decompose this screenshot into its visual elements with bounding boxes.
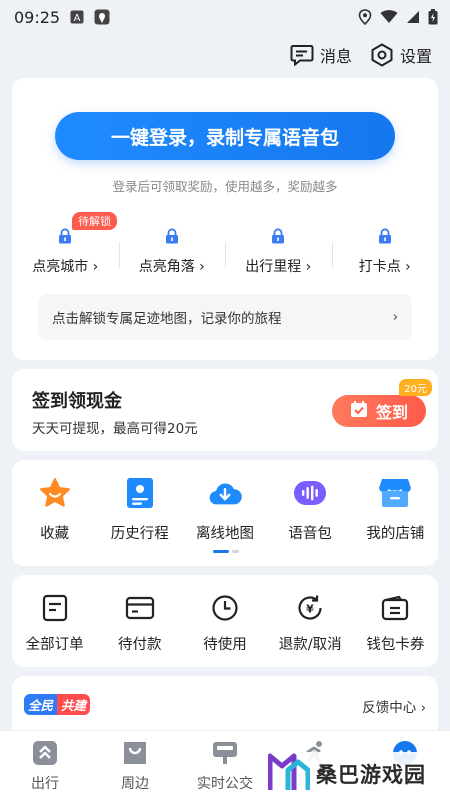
orders-icon [40,593,70,623]
tool-label: 我的店铺 [366,526,425,542]
order-refund-cancel[interactable]: ¥ 退款/取消 [268,593,353,654]
refund-icon: ¥ [295,593,325,623]
order-pending-payment[interactable]: 待付款 [97,593,182,654]
signin-title: 签到领现金 [32,391,122,412]
pager-dot-active [213,550,229,553]
map-app-icon [94,9,110,25]
order-label: 全部订单 [25,637,84,653]
tab-nearby[interactable]: 周边 [90,731,180,800]
unlock-footprint-map-row[interactable]: 点击解锁专属足迹地图，记录你的旅程 › [38,294,412,340]
order-label: 退款/取消 [278,637,342,653]
watermark: 桑巴游戏园 [267,752,450,796]
shop-icon [378,476,412,510]
star-icon [38,476,72,510]
settings-icon [370,43,394,67]
stat-lit-corners[interactable]: 点亮角落 › [118,226,226,276]
stat-label: 点亮角落 › [138,259,205,275]
order-wallet-coupons[interactable]: 钱包卡券 [353,593,438,654]
location-icon [358,9,372,25]
font-a-icon: A [70,10,84,24]
lock-icon [58,228,72,248]
nearby-icon [121,739,149,767]
tool-voice-packs[interactable]: 语音包 [268,476,353,543]
calendar-check-icon [350,400,368,422]
tab-travel[interactable]: 出行 [0,731,90,800]
signin-card: 签到领现金 天天可提现，最高可得20元 签到 20元 [12,369,438,451]
voice-icon [293,476,327,510]
stat-checkin-points[interactable]: 打卡点 › [331,226,439,276]
bus-icon [211,739,239,767]
stat-label: 打卡点 › [358,259,411,275]
wallet-icon [380,593,410,623]
svg-text:¥: ¥ [306,603,314,616]
card-icon [125,593,155,623]
order-label: 钱包卡券 [366,637,425,653]
orders-card: 全部订单 待付款 待使用 ¥ 退款/取消 钱包卡券 [12,575,438,667]
tools-grid: 收藏 历史行程 离线地图 语音包 我的店铺 [12,476,438,543]
pager-dot [232,550,239,553]
order-all[interactable]: 全部订单 [12,593,97,654]
tools-pager [213,550,239,553]
tool-favorites[interactable]: 收藏 [12,476,97,543]
signal-icon [406,10,420,24]
travel-icon [31,739,59,767]
co-build-part-a: 全民 [24,694,58,715]
order-label: 待付款 [118,637,162,653]
watermark-logo-icon [267,752,311,796]
order-label: 待使用 [203,637,247,653]
login-hint: 登录后可领取奖励，使用越多，奖励越多 [112,179,338,194]
login-card: 一键登录，录制专属语音包 登录后可领取奖励，使用越多，奖励越多 待解锁 点亮城市… [12,78,438,360]
footprint-text: 点击解锁专属足迹地图，记录你的旅程 [52,311,282,327]
stat-label: 点亮城市 › [32,259,99,275]
tool-history-trips[interactable]: 历史行程 [97,476,182,543]
tool-label: 历史行程 [110,526,169,542]
order-to-use[interactable]: 待使用 [182,593,267,654]
one-click-login-button[interactable]: 一键登录，录制专属语音包 [55,112,395,160]
stat-trip-mileage[interactable]: 出行里程 › [225,226,332,276]
tab-realtime-bus[interactable]: 实时公交 [180,731,270,800]
wifi-icon [380,10,398,24]
to-unlock-badge: 待解锁 [72,212,117,230]
tool-label: 收藏 [40,526,70,542]
signin-subtitle: 天天可提现，最高可得20元 [32,421,198,437]
settings-label: 设置 [399,47,432,66]
messages-label: 消息 [319,47,352,66]
top-actions: 消息 设置 [290,40,432,70]
lock-icon [271,228,285,248]
stat-label: 出行里程 › [245,259,312,275]
co-build-part-b: 共建 [57,694,91,715]
status-time: 09:25 [14,7,61,27]
status-bar: 09:25 A [0,0,450,34]
signin-button[interactable]: 签到 [332,395,426,427]
svg-text:A: A [74,13,81,24]
stat-lit-cities[interactable]: 待解锁 点亮城市 › [12,212,119,276]
footprint-stats: 待解锁 点亮城市 › 点亮角落 › 出行里程 › 打卡点 › [12,212,439,276]
history-trip-icon [123,476,157,510]
reward-badge: 20元 [399,379,432,396]
tab-label: 实时公交 [197,776,253,792]
battery-icon [428,9,438,25]
tool-offline-maps[interactable]: 离线地图 [182,476,267,543]
tab-label: 周边 [121,776,149,792]
feedback-card: 全民 共建 反馈中心 › [12,676,438,736]
message-icon [290,44,314,66]
chevron-right-icon: › [392,309,398,325]
tools-card: 收藏 历史行程 离线地图 语音包 我的店铺 [12,460,438,566]
tab-label: 出行 [31,776,59,792]
orders-grid: 全部订单 待付款 待使用 ¥ 退款/取消 钱包卡券 [12,593,438,654]
signin-button-label: 签到 [375,403,408,422]
watermark-text: 桑巴游戏园 [316,763,426,787]
tool-label: 语音包 [288,526,332,542]
tool-my-shop[interactable]: 我的店铺 [353,476,438,543]
feedback-center-link[interactable]: 反馈中心 › [362,696,426,716]
clock-icon [210,593,240,623]
co-build-badge: 全民 共建 [24,694,91,715]
messages-button[interactable]: 消息 [290,43,352,67]
lock-icon [378,228,392,248]
settings-button[interactable]: 设置 [370,43,432,67]
tool-label: 离线地图 [195,526,254,542]
cloud-download-icon [208,476,242,510]
lock-icon [165,228,179,248]
